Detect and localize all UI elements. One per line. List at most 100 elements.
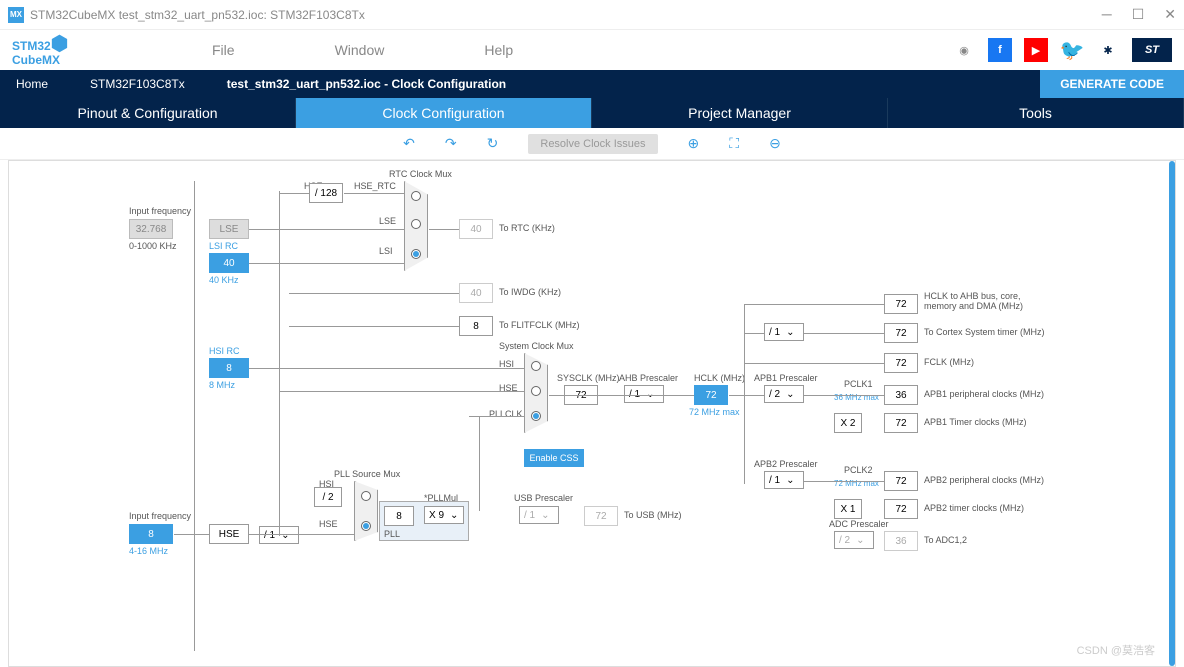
line — [279, 391, 524, 392]
refresh-icon[interactable]: ↻ — [487, 135, 499, 152]
fclk-label: FCLK (MHz) — [924, 357, 974, 367]
rtc-mux-lse[interactable] — [411, 219, 421, 229]
line — [249, 229, 404, 230]
hse-range: 4-16 MHz — [129, 546, 168, 556]
pll-mux-hse[interactable] — [361, 521, 371, 531]
undo-icon[interactable]: ↶ — [403, 135, 415, 152]
lse-box: LSE — [209, 219, 249, 239]
usb-prescaler-label: USB Prescaler — [514, 493, 573, 503]
rtc-mux-lsi[interactable] — [411, 249, 421, 259]
line — [429, 229, 459, 230]
sys-mux-hsi[interactable] — [531, 361, 541, 371]
zoom-out-icon[interactable]: ⊖ — [769, 135, 781, 152]
sys-mux-pllclk[interactable] — [531, 411, 541, 421]
facebook-icon[interactable]: f — [988, 38, 1012, 62]
sysclk-label: SYSCLK (MHz) — [557, 373, 620, 383]
hclk-max: 72 MHz max — [689, 407, 740, 417]
pll-val: 8 — [384, 506, 414, 526]
tab-pinout[interactable]: Pinout & Configuration — [0, 98, 296, 128]
tab-clock[interactable]: Clock Configuration — [296, 98, 592, 128]
adc-prescaler-label: ADC Prescaler — [829, 519, 889, 529]
network-icon[interactable]: ✱ — [1096, 38, 1120, 62]
hse-div128: / 128 — [309, 183, 343, 203]
pclk2-label: PCLK2 — [844, 465, 873, 475]
close-icon[interactable]: ✕ — [1164, 6, 1176, 23]
line — [729, 395, 764, 396]
line — [469, 416, 524, 417]
badge-icon[interactable]: ◉ — [952, 38, 976, 62]
breadcrumb-file[interactable]: test_stm32_uart_pn532.ioc - Clock Config… — [211, 70, 522, 98]
resolve-clock-button[interactable]: Resolve Clock Issues — [528, 134, 657, 154]
pll-source-mux-label: PLL Source Mux — [334, 469, 400, 479]
iwdg-val: 40 — [459, 283, 493, 303]
line — [479, 416, 480, 511]
breadcrumb-device[interactable]: STM32F103C8Tx — [74, 70, 201, 98]
hse-freq-box[interactable]: 8 — [129, 524, 173, 544]
apb1-div-select[interactable]: / 2 — [764, 385, 804, 403]
to-rtc-label: To RTC (KHz) — [499, 223, 555, 233]
sys-pllclk-label: PLLCLK — [489, 409, 523, 419]
usb-div-select[interactable]: / 1 — [519, 506, 559, 524]
logo: STM32⬢ CubeMX — [12, 34, 72, 66]
ahb-div-select[interactable]: / 1 — [624, 385, 664, 403]
sys-clock-mux-label: System Clock Mux — [499, 341, 574, 351]
line — [249, 368, 524, 369]
zoom-in-icon[interactable]: ⊕ — [688, 135, 700, 152]
usb-val: 72 — [584, 506, 618, 526]
enable-css-button[interactable]: Enable CSS — [524, 449, 584, 467]
pll-source-mux[interactable] — [354, 481, 378, 541]
lsi-mux-label: LSI — [379, 246, 393, 256]
apb2-periph-val: 72 — [884, 471, 918, 491]
minimize-icon[interactable]: ─ — [1102, 6, 1112, 23]
maximize-icon[interactable]: ☐ — [1132, 6, 1145, 23]
lsi-val-box: 40 — [209, 253, 249, 273]
hsi-rc-label: HSI RC — [209, 346, 240, 356]
pclk1-label: PCLK1 — [844, 379, 873, 389]
apb2-periph-label: APB2 peripheral clocks (MHz) — [924, 475, 1044, 485]
sys-mux-hse[interactable] — [531, 386, 541, 396]
lse-freq-box: 32.768 — [129, 219, 173, 239]
apb2-timer-label: APB2 timer clocks (MHz) — [924, 503, 1024, 513]
cortex-label: To Cortex System timer (MHz) — [924, 327, 1045, 337]
hse-rtc-label: HSE_RTC — [354, 181, 396, 191]
rtc-mux-label: RTC Clock Mux — [389, 169, 452, 179]
apb1-timer-val: 72 — [884, 413, 918, 433]
window-title: STM32CubeMX test_stm32_uart_pn532.ioc: S… — [30, 8, 1102, 22]
line — [549, 395, 694, 396]
apb1-x2: X 2 — [834, 413, 862, 433]
fit-icon[interactable]: ⛶ — [729, 135, 739, 152]
menu-window[interactable]: Window — [335, 42, 385, 58]
lsi-unit: 40 KHz — [209, 275, 239, 285]
apb2-timer-val: 72 — [884, 499, 918, 519]
tab-project[interactable]: Project Manager — [592, 98, 888, 128]
st-logo-icon[interactable]: ST — [1132, 38, 1172, 62]
apb2-div-select[interactable]: / 1 — [764, 471, 804, 489]
twitter-icon[interactable]: 🐦 — [1060, 38, 1084, 62]
apb2-prescaler-label: APB2 Prescaler — [754, 459, 818, 469]
line — [289, 326, 459, 327]
fclk-val: 72 — [884, 353, 918, 373]
breadcrumb-home[interactable]: Home — [0, 70, 64, 98]
pll-hsi-label: HSI — [319, 479, 334, 489]
hclk-val[interactable]: 72 — [694, 385, 728, 405]
line — [279, 193, 309, 194]
line — [804, 333, 884, 334]
pll-mul-select[interactable]: X 9 — [424, 506, 464, 524]
adc-div-select[interactable]: / 2 — [834, 531, 874, 549]
pll-mux-hsi[interactable] — [361, 491, 371, 501]
clock-diagram-canvas[interactable]: Input frequency 32.768 0-1000 KHz LSE LS… — [8, 160, 1176, 667]
usb-label: To USB (MHz) — [624, 510, 682, 520]
menu-file[interactable]: File — [212, 42, 235, 58]
redo-icon[interactable]: ↷ — [445, 135, 457, 152]
input-freq-label-2: Input frequency — [129, 511, 191, 521]
cortex-div-select[interactable]: / 1 — [764, 323, 804, 341]
lsi-rc-label: LSI RC — [209, 241, 238, 251]
rtc-mux-hse[interactable] — [411, 191, 421, 201]
generate-code-button[interactable]: GENERATE CODE — [1040, 70, 1184, 98]
apb1-prescaler-label: APB1 Prescaler — [754, 373, 818, 383]
menu-help[interactable]: Help — [484, 42, 513, 58]
apb1-periph-val: 36 — [884, 385, 918, 405]
youtube-icon[interactable]: ▶ — [1024, 38, 1048, 62]
hsi-val-box: 8 — [209, 358, 249, 378]
tab-tools[interactable]: Tools — [888, 98, 1184, 128]
